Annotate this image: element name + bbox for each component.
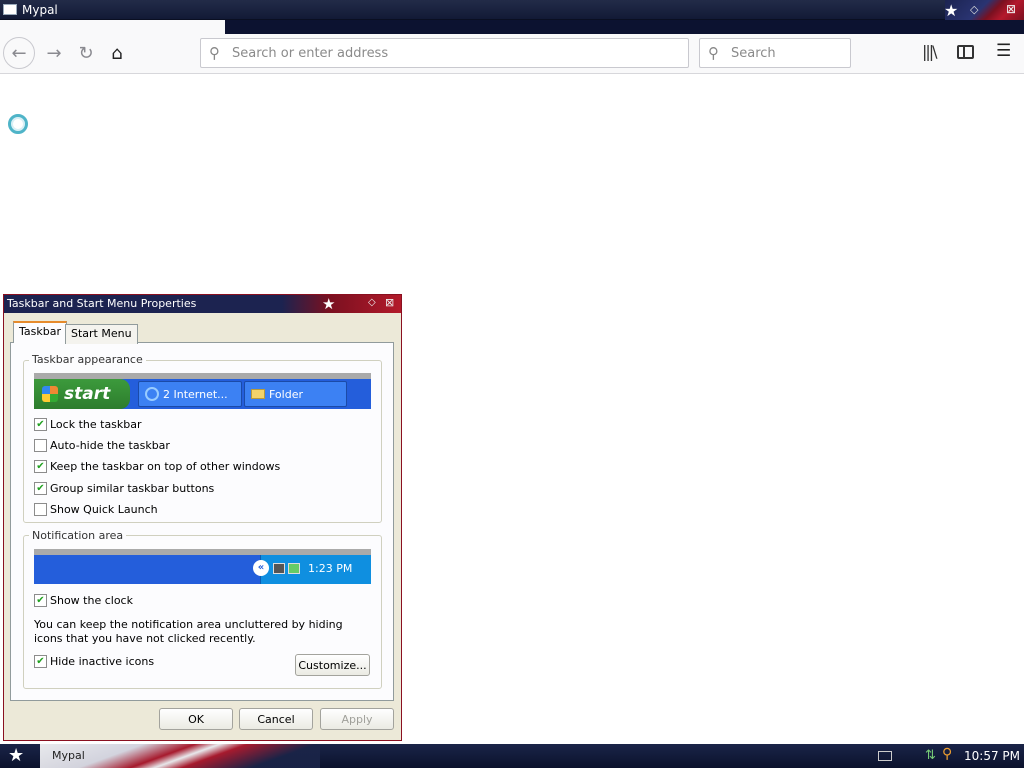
pin-icon[interactable]: ◇	[368, 297, 376, 308]
reload-button[interactable]: ↻	[70, 37, 102, 69]
start-label: start	[64, 384, 111, 404]
dialog-titlebar[interactable]: Taskbar and Start Menu Properties ★ ◇ ⊠	[4, 295, 401, 313]
arrow-right-icon: →	[46, 42, 62, 64]
group-buttons-label: Group similar taskbar buttons	[50, 482, 215, 495]
tab-taskbar[interactable]: Taskbar	[13, 321, 67, 343]
arrow-left-icon: ←	[11, 42, 27, 64]
star-icon: ★	[944, 1, 959, 20]
show-clock-checkbox[interactable]	[34, 594, 47, 607]
preview-taskbar-item-internet: 2 Internet...	[138, 381, 242, 407]
home-icon: ⌂	[111, 42, 123, 64]
system-taskbar: ★ Mypal	[0, 744, 1024, 768]
customize-button[interactable]: Customize...	[295, 654, 370, 676]
address-placeholder: Search or enter address	[232, 46, 389, 61]
tab-start-menu[interactable]: Start Menu	[65, 324, 138, 344]
volume-icon	[288, 563, 300, 574]
apply-button[interactable]: Apply	[320, 708, 394, 730]
star-icon: ★	[322, 295, 336, 313]
search-tray-icon[interactable]: ⚲	[942, 746, 952, 762]
lock-taskbar-checkbox[interactable]	[34, 418, 47, 431]
forward-button[interactable]: →	[38, 37, 70, 69]
system-tray-preview: « 1:23 PM	[253, 555, 371, 584]
pin-icon[interactable]: ◇	[970, 3, 978, 16]
taskbar-clock[interactable]: 10:57 PM	[964, 749, 1020, 763]
tray-clock: 1:23 PM	[308, 562, 353, 575]
notification-description: You can keep the notification area unclu…	[34, 618, 343, 645]
quick-launch-checkbox[interactable]	[34, 503, 47, 516]
home-button[interactable]: ⌂	[101, 37, 133, 69]
show-clock-label: Show the clock	[50, 594, 133, 607]
search-input[interactable]: ⚲ Search	[699, 38, 851, 68]
active-tab[interactable]	[0, 20, 225, 34]
lock-taskbar-label: Lock the taskbar	[50, 418, 142, 431]
start-button-preview: start	[34, 379, 130, 409]
library-icon[interactable]: |||\	[922, 42, 938, 61]
hide-inactive-label: Hide inactive icons	[50, 655, 155, 668]
internet-explorer-icon	[145, 387, 159, 401]
chevron-left-icon: «	[253, 560, 269, 576]
taskbar-properties-dialog: Taskbar and Start Menu Properties ★ ◇ ⊠ …	[3, 294, 402, 741]
tab-strip-background	[225, 20, 1024, 34]
taskbar-task-mypal[interactable]: Mypal	[52, 749, 85, 762]
search-placeholder: Search	[731, 46, 776, 61]
taskbar-preview: start 2 Internet... Folder	[34, 373, 371, 409]
address-bar[interactable]: ⚲ Search or enter address	[200, 38, 689, 68]
group-buttons-checkbox[interactable]	[34, 482, 47, 495]
loading-spinner-icon	[8, 114, 28, 134]
window-icon	[3, 4, 17, 15]
dialog-title: Taskbar and Start Menu Properties	[7, 297, 197, 310]
preview-taskbar-item-folder: Folder	[244, 381, 347, 407]
cancel-button[interactable]: Cancel	[239, 708, 313, 730]
windows-logo-icon	[42, 386, 58, 402]
notification-area-preview: « 1:23 PM	[34, 549, 371, 584]
preview-item-label: 2 Internet...	[163, 387, 228, 401]
ok-button[interactable]: OK	[159, 708, 233, 730]
close-icon[interactable]: ⊠	[385, 296, 394, 309]
hamburger-menu-icon[interactable]: ☰	[996, 41, 1011, 61]
keyboard-icon[interactable]	[878, 751, 892, 761]
notification-area-legend: Notification area	[29, 529, 127, 542]
window-title: Mypal	[22, 3, 58, 17]
search-icon: ⚲	[209, 44, 220, 62]
window-titlebar[interactable]: Mypal ★ ◇ ⊠	[0, 0, 1024, 20]
network-icon	[273, 563, 285, 574]
start-star-icon[interactable]: ★	[8, 745, 24, 766]
quick-launch-label: Show Quick Launch	[50, 503, 158, 516]
keep-on-top-checkbox[interactable]	[34, 460, 47, 473]
folder-icon	[251, 389, 265, 399]
back-button[interactable]: ←	[3, 37, 35, 69]
sidebar-icon[interactable]	[957, 45, 974, 59]
taskbar-appearance-legend: Taskbar appearance	[29, 353, 146, 366]
network-tray-icon[interactable]: ⇅	[925, 748, 936, 763]
preview-item-label: Folder	[269, 387, 303, 401]
auto-hide-checkbox[interactable]	[34, 439, 47, 452]
hide-inactive-checkbox[interactable]	[34, 655, 47, 668]
reload-icon: ↻	[78, 42, 94, 64]
close-icon[interactable]: ⊠	[1006, 2, 1016, 16]
search-icon: ⚲	[708, 44, 719, 62]
keep-on-top-label: Keep the taskbar on top of other windows	[50, 460, 281, 473]
auto-hide-label: Auto-hide the taskbar	[50, 439, 170, 452]
tab-strip	[0, 20, 1024, 34]
